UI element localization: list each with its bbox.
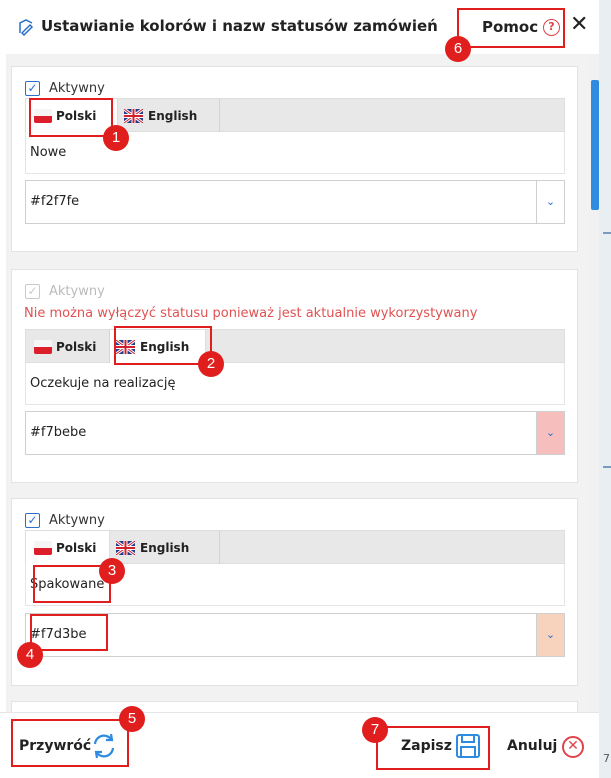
close-button[interactable]: ✕ [570, 12, 588, 37]
active-checkbox[interactable]: ✓ [25, 513, 40, 528]
warning-message: Nie można wyłączyć statusu ponieważ jest… [24, 306, 478, 321]
dialog-title: Ustawianie kolorów i nazw statusów zamów… [41, 17, 438, 35]
color-value[interactable]: #f2f7fe [30, 181, 79, 223]
annotation-badge: 6 [445, 36, 471, 62]
active-checkbox-label: Aktywny [49, 513, 105, 528]
uk-flag-icon [124, 109, 143, 123]
status-colors-dialog: Ustawianie kolorów i nazw statusów zamów… [0, 0, 599, 778]
status-name-field[interactable]: Oczekuje na realizację [25, 363, 565, 405]
tab-label: English [148, 109, 198, 123]
color-field[interactable]: #f2f7fe ⌄ [25, 180, 565, 224]
uk-flag-icon [116, 541, 135, 555]
active-checkbox[interactable]: ✓ [25, 81, 40, 96]
annotation-badge: 3 [99, 558, 125, 584]
annotation-box [457, 8, 565, 48]
annotation-box [29, 98, 113, 137]
chevron-down-icon: ⌄ [545, 628, 556, 641]
color-field[interactable]: #f7bebe ⌄ [25, 411, 565, 455]
annotation-box [11, 719, 129, 767]
annotation-box [376, 726, 490, 770]
annotation-box [114, 326, 212, 365]
background-panel [599, 0, 611, 778]
color-picker-button[interactable]: ⌄ [536, 412, 564, 454]
annotation-badge: 1 [103, 125, 129, 151]
chevron-down-icon: ⌄ [545, 426, 556, 439]
color-picker-button[interactable]: ⌄ [536, 181, 564, 223]
background-mark [603, 466, 611, 468]
tab-label: Polski [56, 541, 97, 555]
active-checkbox-label: Aktywny [49, 81, 105, 96]
tab-english[interactable]: English [110, 531, 220, 565]
tab-polski[interactable]: Polski [26, 531, 110, 565]
cancel-button[interactable]: Anuluj [507, 738, 557, 754]
poland-flag-icon [34, 340, 52, 354]
tab-label: Polski [56, 340, 97, 354]
tab-label: English [140, 541, 190, 555]
background-text: 7 [603, 752, 610, 765]
palette-edit-icon [19, 19, 34, 36]
status-card-partial [11, 701, 578, 712]
annotation-badge: 2 [198, 351, 224, 377]
chevron-down-icon: ⌄ [545, 195, 556, 208]
scrollbar-thumb[interactable] [591, 80, 599, 210]
tab-english[interactable]: English [118, 99, 220, 133]
color-picker-button[interactable]: ⌄ [536, 614, 564, 656]
color-value[interactable]: #f7bebe [30, 412, 86, 454]
annotation-box [30, 614, 108, 651]
annotation-badge: 4 [17, 642, 43, 668]
active-checkbox-label: Aktywny [49, 284, 105, 299]
status-card: ✓ Aktywny Polski English Nowe #f2f7fe ⌄ [11, 66, 578, 252]
background-mark [603, 232, 611, 234]
annotation-badge: 7 [362, 717, 388, 743]
active-checkbox: ✓ [25, 284, 40, 299]
tab-polski[interactable]: Polski [26, 330, 110, 364]
cancel-circle-icon[interactable]: ✕ [562, 736, 584, 758]
poland-flag-icon [34, 541, 52, 555]
annotation-badge: 5 [119, 706, 145, 732]
status-card: ✓ Aktywny Nie można wyłączyć statusu pon… [11, 269, 578, 483]
language-tabs: Polski English [25, 329, 565, 364]
